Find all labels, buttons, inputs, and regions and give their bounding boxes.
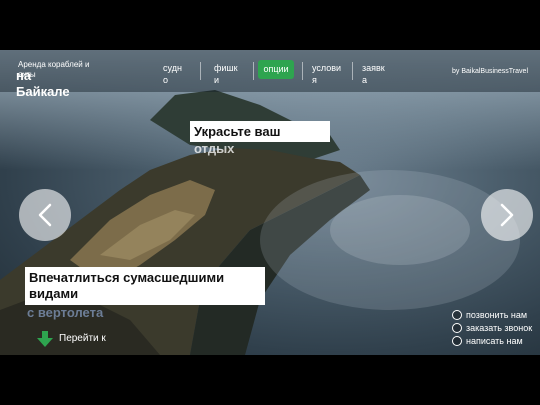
by-company-credit[interactable]: by BaikalBusinessTravel <box>452 68 528 75</box>
contact-write-us-label: написать нам <box>466 336 523 346</box>
slider-prev-button[interactable] <box>19 189 71 241</box>
radio-icon <box>452 336 462 346</box>
nav-item-request[interactable]: заявк а <box>362 62 385 86</box>
nav-divider <box>200 62 201 80</box>
brand-title[interactable]: на Байкале <box>16 68 96 100</box>
slide-caption-line2: видами <box>29 286 79 301</box>
slide-heading-overflow: отдых <box>194 141 235 156</box>
slide-heading: Украсьте ваш <box>190 121 330 142</box>
nav-item-features-label: фишк <box>214 63 238 73</box>
nav-item-options[interactable]: опции <box>258 60 294 79</box>
nav-item-request-label-wrap: а <box>362 75 368 85</box>
contact-call-us-label: позвонить нам <box>466 310 528 320</box>
chevron-right-icon <box>500 203 514 227</box>
nav-item-conditions[interactable]: услови я <box>312 62 341 86</box>
contact-request-callback-label: заказать звонок <box>466 323 533 333</box>
slider-next-button[interactable] <box>481 189 533 241</box>
goto-link[interactable]: Перейти к <box>59 333 106 344</box>
nav-divider <box>302 62 303 80</box>
nav-item-ship[interactable]: судн о <box>163 62 182 86</box>
arrow-down-icon[interactable] <box>37 331 53 347</box>
slide-caption-line1: Впечатлиться сумасшедшими <box>29 270 225 285</box>
brand-title-line2: Байкале <box>16 84 70 99</box>
nav-item-features-label-wrap: и <box>214 75 220 85</box>
chevron-left-icon <box>38 203 52 227</box>
slide-caption-overflow: с вертолета <box>27 305 104 320</box>
nav-item-conditions-label: услови <box>312 63 342 73</box>
nav-divider <box>352 62 353 80</box>
nav-item-features[interactable]: фишк и <box>214 62 238 86</box>
nav-item-ship-label: судн <box>163 63 182 73</box>
brand-title-line1: на <box>16 68 32 83</box>
radio-icon <box>452 323 462 333</box>
nav-divider <box>253 62 254 80</box>
slide-caption: Впечатлиться сумасшедшими видами <box>25 267 265 305</box>
nav-item-request-label: заявк <box>362 63 385 73</box>
radio-icon <box>452 310 462 320</box>
nav-item-options-label: опции <box>263 64 289 74</box>
nav-item-ship-label-wrap: о <box>163 75 169 85</box>
nav-item-conditions-label-wrap: я <box>312 75 317 85</box>
